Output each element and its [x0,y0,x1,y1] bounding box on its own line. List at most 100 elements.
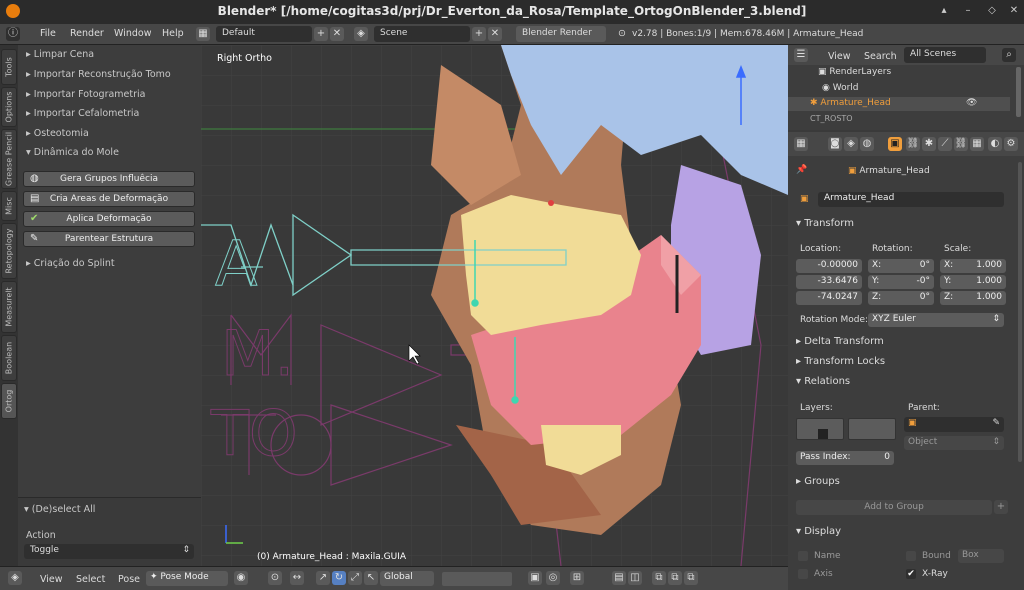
tab-misc[interactable]: Misc [1,191,17,221]
pivot-icon[interactable]: ⊙ [268,571,282,585]
axis-checkbox[interactable] [798,569,808,579]
info-editor-icon[interactable]: ⓘ [6,27,20,41]
display-header[interactable]: ▾ Display [796,526,841,537]
manipulator-icon[interactable]: ↔ [290,571,304,585]
outliner-view-menu[interactable]: View [828,51,851,62]
data-tab-icon[interactable]: ✱ [922,137,936,151]
tab-ortog[interactable]: Ortog [1,383,17,419]
properties-editor-icon[interactable]: ▦ [794,137,808,151]
section-limpar-cena[interactable]: ▸ Limpar Cena [26,49,94,60]
outliner-item-renderlayers[interactable]: ▣ RenderLayers [818,67,891,77]
extra-tab-icon[interactable]: ⚙ [1004,137,1018,151]
layers-grid-right[interactable] [848,418,896,440]
rotation-y-field[interactable]: Y: -0° [868,275,934,289]
menu-view[interactable]: View [40,574,63,585]
rotate-icon[interactable]: ↻ [332,571,346,585]
add-scene-icon[interactable]: + [472,27,486,41]
menu-help[interactable]: Help [162,28,184,39]
physics-tab-icon[interactable]: ◐ [988,137,1002,151]
name-checkbox[interactable] [798,551,808,561]
menu-file[interactable]: File [40,28,56,39]
properties-scrollbar[interactable] [1018,162,1022,462]
menu-window[interactable]: Window [114,28,151,39]
shading-icon[interactable]: ◉ [234,571,248,585]
bone-constraint-tab-icon[interactable]: ⛓ [954,137,968,151]
transform-panel-header[interactable]: ▾ Transform [796,218,854,229]
render-icon[interactable]: ◫ [628,571,642,585]
translate-icon[interactable]: ↗ [316,571,330,585]
close-button[interactable]: ✕ [1006,3,1022,19]
pin-icon[interactable]: 📌 [796,165,807,175]
add-to-group-button[interactable]: Add to Group [796,500,992,515]
groups-header[interactable]: ▸ Groups [796,476,840,487]
location-z-field[interactable]: -74.0247 [796,291,862,305]
section-importar-cefalometria[interactable]: ▸ Importar Cefalometria [26,108,139,119]
3d-viewport[interactable]: A M. TO Right Ortho (0) Armature_Head : Ma… [201,45,788,566]
render-tab-icon[interactable]: ◙ [828,137,842,151]
layer-buttons[interactable] [442,572,512,586]
operator-title[interactable]: ▾ (De)select All [24,504,95,515]
render-engine-select[interactable]: Blender Render [516,26,606,42]
tab-measureit[interactable]: Measurelt [1,281,17,333]
parent-type-select[interactable]: Object ⇕ [904,436,1004,450]
layout-grid-icon[interactable]: ▦ [196,27,210,41]
lock-icon[interactable]: ▣ [528,571,542,585]
maximize-button[interactable]: ◇ [984,3,1000,19]
transform-locks-header[interactable]: ▸ Transform Locks [796,356,885,367]
editor-type-icon[interactable]: ◈ [8,571,22,585]
remove-layout-icon[interactable]: ✕ [330,27,344,41]
rotation-x-field[interactable]: X: 0° [868,259,934,273]
scale-y-field[interactable]: Y: 1.000 [940,275,1006,289]
parentear-button[interactable]: ✎ Parentear Estrutura [23,231,195,247]
xray-checkbox[interactable]: ✔ [906,569,916,579]
add-layout-icon[interactable]: + [314,27,328,41]
layout-field[interactable]: Default [216,26,312,42]
texture-tab-icon[interactable]: ▦ [970,137,984,151]
bound-type-select[interactable]: Box [958,549,1004,563]
paste-flipped-icon[interactable]: ⧉ [684,571,698,585]
outliner-editor-icon[interactable]: ☰ [794,48,808,62]
relations-header[interactable]: ▾ Relations [796,376,850,387]
section-criacao-splint[interactable]: ▸ Criação do Splint [26,258,115,269]
tab-retopology[interactable]: Retopology [1,223,17,279]
scale-icon[interactable]: ⤢ [348,571,362,585]
section-dinamica-mole[interactable]: ▾ Dinâmica do Mole [26,147,119,158]
paste-pose-icon[interactable]: ⧉ [668,571,682,585]
bound-checkbox[interactable] [906,551,916,561]
scene-tab-icon[interactable]: ◈ [844,137,858,151]
location-y-field[interactable]: -33.6476 [796,275,862,289]
tab-grease-pencil[interactable]: Grease Pencil [1,129,17,189]
world-tab-icon[interactable]: ◍ [860,137,874,151]
cria-areas-button[interactable]: ▤ Cria Areas de Deformação [23,191,195,207]
pass-index-field[interactable]: Pass Index: 0 [796,451,894,465]
outliner-item-world[interactable]: ◉ World [822,83,859,93]
shade-button[interactable]: – [960,3,976,19]
tab-tools[interactable]: Tools [1,49,17,85]
outliner-item-armature[interactable]: ✱ Armature_Head [810,98,891,108]
menu-select[interactable]: Select [76,574,105,585]
object-name-field[interactable]: Armature_Head [818,192,1004,207]
outliner-item-ct-rosto[interactable]: CT_ROSTO [810,114,853,123]
constraints-tab-icon[interactable]: ⛓ [906,137,920,151]
scale-x-field[interactable]: X: 1.000 [940,259,1006,273]
outliner-filter-select[interactable]: All Scenes [904,47,986,63]
aplica-deformacao-button[interactable]: ✔ Aplica Deformação [23,211,195,227]
outliner-search-menu[interactable]: Search [864,51,897,62]
menu-render[interactable]: Render [70,28,104,39]
section-importar-fotogrametria[interactable]: ▸ Importar Fotogrametria [26,89,146,100]
camera-icon[interactable]: ▤ [612,571,626,585]
rotation-z-field[interactable]: Z: 0° [868,291,934,305]
outliner-search-icon[interactable]: ⌕ [1002,48,1016,62]
delta-transform-header[interactable]: ▸ Delta Transform [796,336,884,347]
menu-pose[interactable]: Pose [118,574,140,585]
orientation-select[interactable]: Global [380,571,434,586]
minimize-button[interactable]: ▴ [936,3,952,19]
location-x-field[interactable]: -0.00000 [796,259,862,273]
scale-z-field[interactable]: Z: 1.000 [940,291,1006,305]
section-importar-tomo[interactable]: ▸ Importar Reconstrução Tomo [26,69,171,80]
object-tab-icon[interactable]: ▣ [888,137,902,151]
scene-field[interactable]: Scene [374,26,470,42]
copy-pose-icon[interactable]: ⧉ [652,571,666,585]
rotation-mode-select[interactable]: XYZ Euler ⇕ [868,313,1004,327]
tab-options[interactable]: Options [1,87,17,127]
